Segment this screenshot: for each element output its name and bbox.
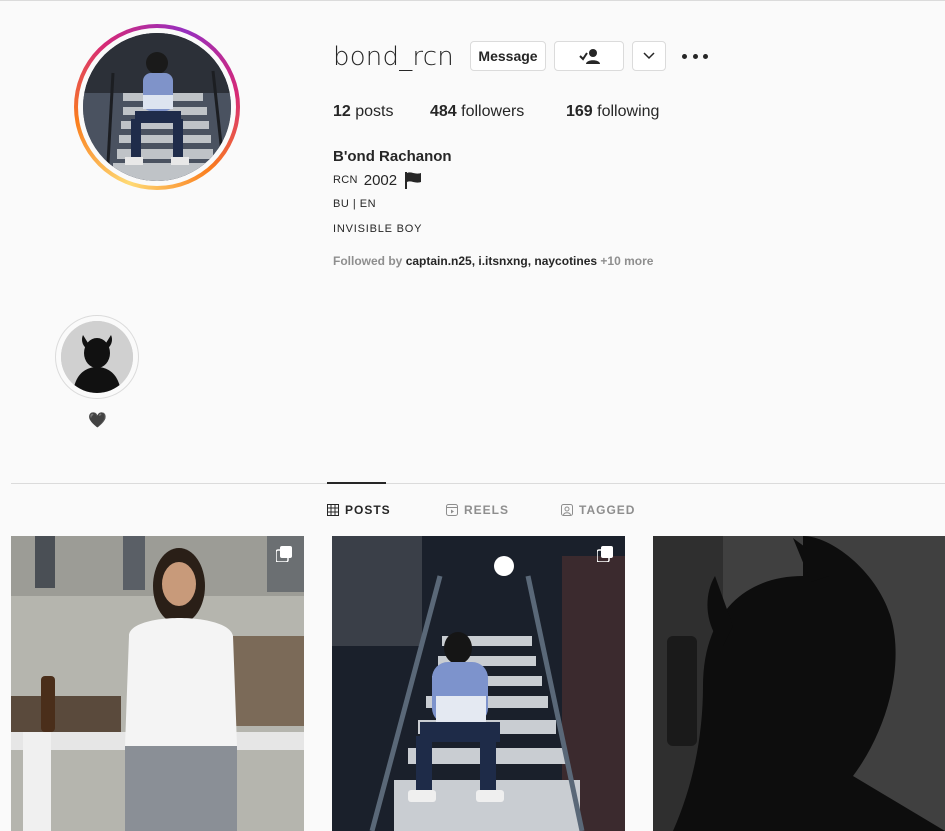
stat-followers[interactable]: 484 followers	[430, 103, 524, 121]
profile-full-name: B'ond Rachanon	[333, 148, 452, 165]
message-button[interactable]: Message	[470, 41, 546, 71]
followers-count: 484	[430, 103, 457, 120]
tab-posts[interactable]: POSTS	[327, 503, 391, 517]
followed-by-prefix: Followed by	[333, 254, 403, 268]
multiple-photos-icon	[276, 546, 292, 562]
more-options-icon[interactable]	[682, 46, 708, 66]
stat-following[interactable]: 169 following	[566, 103, 659, 121]
stat-posts: 12 posts	[333, 103, 394, 121]
bio-year: 2002	[363, 171, 398, 189]
followed-by-names[interactable]: captain.n25, i.itsnxng, naycotines	[406, 254, 597, 268]
top-border	[0, 0, 945, 1]
followers-label: followers	[461, 103, 525, 120]
tab-tagged-label: TAGGED	[579, 503, 636, 517]
story-highlight-cover	[61, 321, 133, 393]
reels-icon	[446, 504, 458, 516]
suggested-accounts-dropdown[interactable]	[632, 41, 666, 71]
following-check-person-icon	[579, 49, 600, 64]
grid-icon	[327, 504, 339, 516]
post-thumbnail[interactable]	[11, 536, 304, 831]
active-tab-indicator	[327, 482, 386, 484]
tab-reels-label: REELS	[464, 503, 510, 517]
following-count: 169	[566, 103, 593, 120]
followed-by-more[interactable]: +10 more	[600, 254, 653, 268]
followed-by[interactable]: Followed by captain.n25, i.itsnxng, nayc…	[333, 254, 653, 268]
post-thumbnail[interactable]	[332, 536, 625, 831]
bio-line-1: RCN 2002	[333, 170, 423, 190]
story-highlight-label: 🖤	[88, 412, 107, 429]
bio-line-2: BU | EN	[333, 198, 377, 210]
tab-reels[interactable]: REELS	[446, 503, 509, 517]
chevron-down-icon	[643, 52, 655, 60]
profile-avatar-story-ring[interactable]	[74, 24, 240, 190]
tabs-divider	[11, 483, 945, 484]
profile-avatar	[83, 33, 231, 181]
flag-icon	[405, 172, 422, 189]
following-button[interactable]	[554, 41, 624, 71]
tab-posts-label: POSTS	[345, 503, 391, 517]
profile-username: bond_rcn	[333, 42, 454, 72]
posts-label: posts	[355, 103, 394, 120]
tab-tagged[interactable]: TAGGED	[561, 503, 635, 517]
story-highlight[interactable]	[55, 315, 139, 399]
tagged-icon	[561, 504, 573, 516]
bio-rcn: RCN	[333, 174, 358, 186]
post-thumbnail[interactable]	[653, 536, 945, 831]
following-label: following	[597, 103, 660, 120]
posts-count: 12	[333, 103, 351, 120]
bio-line-3: INVISIBLE BOY	[333, 223, 423, 235]
multiple-photos-icon	[597, 546, 613, 562]
